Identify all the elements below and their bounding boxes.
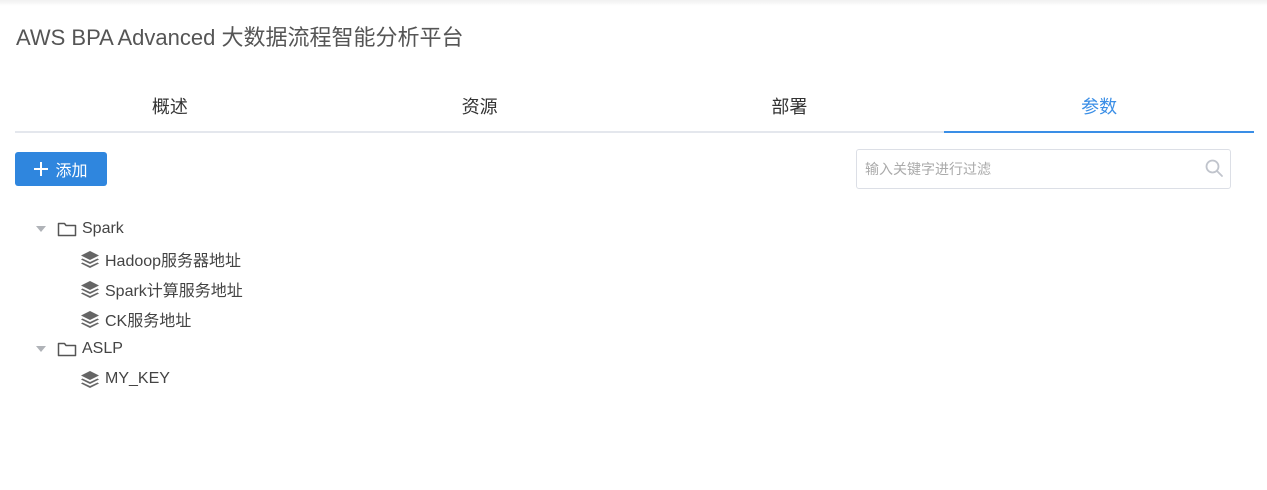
tree-leaf-label: MY_KEY [105,370,170,387]
tree-node-label: ASLP [82,340,123,357]
tab-deployment[interactable]: 部署 [635,84,945,131]
tree-leaf-label: Spark计算服务地址 [105,283,243,300]
layers-icon [81,371,99,388]
tree-node-aslp[interactable]: ASLP [0,334,600,364]
add-button[interactable]: 添加 [15,152,107,186]
add-button-label: 添加 [55,163,88,180]
top-shadow [0,0,1267,6]
tab-bar: 概述 资源 部署 参数 [15,84,1254,133]
layers-icon [81,251,99,268]
filter-search-input[interactable] [857,150,1197,188]
tree-leaf-hadoop[interactable]: Hadoop服务器地址 [0,244,600,274]
tab-parameters[interactable]: 参数 [944,84,1254,133]
tree-leaf-label: Hadoop服务器地址 [105,253,242,270]
tree-leaf-label: CK服务地址 [105,313,192,330]
tree-leaf-my-key[interactable]: MY_KEY [0,364,600,394]
tree-leaf-ck[interactable]: CK服务地址 [0,304,600,334]
app-title: AWS BPA Advanced 大数据流程智能分析平台 [16,25,464,50]
tree-node-label: Spark [82,220,124,237]
search-icon[interactable] [1204,158,1224,178]
tree-node-spark[interactable]: Spark [0,214,600,244]
tree-leaf-spark-compute[interactable]: Spark计算服务地址 [0,274,600,304]
layers-icon [81,311,99,328]
folder-icon [57,222,77,237]
plus-icon [34,162,49,176]
page: AWS BPA Advanced 大数据流程智能分析平台 概述 资源 部署 参数… [0,0,1267,490]
folder-icon [57,342,77,357]
caret-down-icon[interactable] [36,346,46,352]
parameter-tree: Spark Hadoop服务器地址 Spark计算服务地址 CK服务地址 ASL… [0,214,600,394]
filter-search-box [856,149,1231,189]
caret-down-icon[interactable] [36,226,46,232]
layers-icon [81,281,99,298]
tab-overview[interactable]: 概述 [15,84,325,131]
tab-resources[interactable]: 资源 [325,84,635,131]
